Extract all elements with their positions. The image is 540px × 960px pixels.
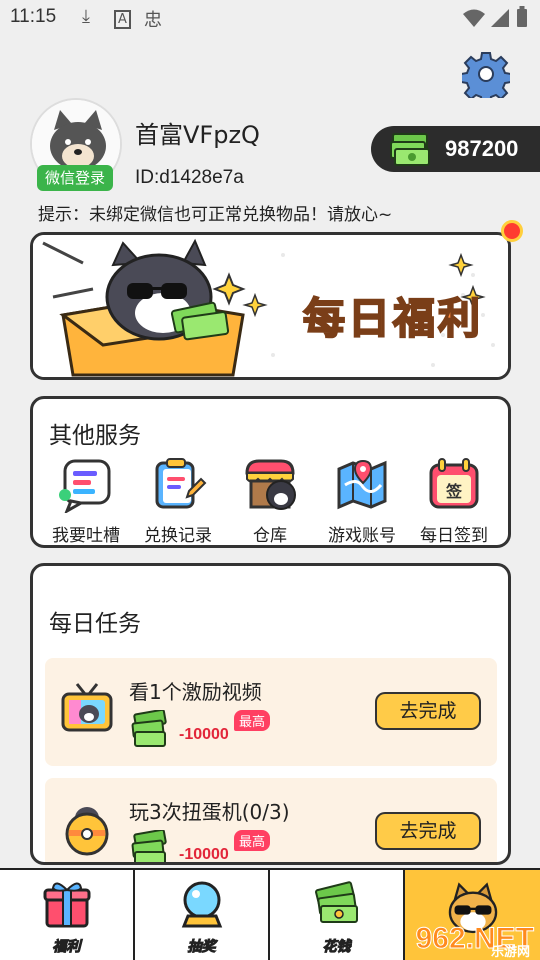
battery-icon <box>517 6 527 27</box>
task-reward: -10000 <box>179 846 229 863</box>
tab-label: 花钱 <box>322 939 351 956</box>
clipboard-icon <box>155 458 207 509</box>
bottom-tab-bar: 福利 抽奖 花钱 962.NET 乐游网 <box>0 868 540 960</box>
tab-label: 福利 <box>52 939 81 956</box>
tab-profile[interactable]: 962.NET 乐游网 <box>405 870 540 960</box>
wifi-icon <box>463 9 485 27</box>
service-label: 兑换记录 <box>144 526 212 546</box>
wechat-login-badge[interactable]: 微信登录 <box>37 165 113 191</box>
font-icon: A <box>114 10 131 29</box>
coin-balance[interactable]: 987200 <box>371 126 540 172</box>
banner-notification-dot <box>501 220 523 242</box>
task-reward: -10000 <box>179 726 229 743</box>
crystal-ball-icon <box>181 881 222 928</box>
download-icon: ⤓ <box>82 6 90 27</box>
service-game-account[interactable]: 游戏账号 <box>319 455 405 546</box>
watermark-sub: 乐游网 <box>490 945 530 960</box>
cash-stack-icon <box>390 133 430 166</box>
service-redeem-history[interactable]: 兑换记录 <box>135 455 221 546</box>
tv-icon <box>61 683 113 732</box>
daily-tasks-card: 每日任务 看1个激励视频 -10000 最高 去完成 玩3次扭蛋机(0/3) -… <box>30 563 511 865</box>
wechat-notice: 提示：未绑定微信也可正常兑换物品！请放心~ <box>38 205 393 225</box>
max-badge: 最高 <box>234 710 271 731</box>
service-label: 每日签到 <box>420 526 488 546</box>
task-name: 看1个激励视频 <box>129 680 262 704</box>
tab-welfare[interactable]: 福利 <box>0 870 135 960</box>
coin-value: 987200 <box>445 136 519 161</box>
cash-icon <box>131 830 167 862</box>
tab-label: 抽奖 <box>187 939 216 956</box>
status-bar: 11:15 ⤓ A 忠 <box>0 0 540 36</box>
gear-icon[interactable] <box>462 50 510 98</box>
status-time: 11:15 <box>10 6 57 27</box>
daily-welfare-banner[interactable]: 每日福利 <box>30 232 511 380</box>
service-label: 仓库 <box>253 526 287 546</box>
service-warehouse[interactable]: 仓库 <box>227 455 313 546</box>
task-item: 看1个激励视频 -10000 最高 去完成 <box>45 658 497 766</box>
signal-icon <box>491 9 509 27</box>
svg-text:签: 签 <box>445 482 463 501</box>
task-name: 玩3次扭蛋机(0/3) <box>129 800 290 824</box>
user-nickname: 首富VFpzQ <box>135 121 260 149</box>
feedback-icon <box>59 459 111 515</box>
complete-task-button[interactable]: 去完成 <box>375 692 481 730</box>
services-title: 其他服务 <box>49 423 141 449</box>
cash-icon <box>131 710 167 747</box>
max-badge: 最高 <box>234 830 271 851</box>
tab-spend[interactable]: 花钱 <box>270 870 405 960</box>
capsule-machine-icon <box>65 807 109 856</box>
store-icon <box>245 459 296 510</box>
service-feedback[interactable]: 我要吐槽 <box>43 455 129 546</box>
calendar-icon: 签 <box>429 458 479 509</box>
service-daily-checkin[interactable]: 签 每日签到 <box>411 455 497 546</box>
service-label: 我要吐槽 <box>52 526 120 546</box>
tab-lottery[interactable]: 抽奖 <box>135 870 270 960</box>
tasks-title: 每日任务 <box>49 611 141 637</box>
gift-icon <box>43 882 90 928</box>
task-item: 玩3次扭蛋机(0/3) -10000 最高 去完成 <box>45 778 497 863</box>
other-services-card: 其他服务 我要吐槽 兑换记录 仓库 游戏账号 签 每日签到 <box>30 396 511 548</box>
user-id: ID:d1428e7a <box>135 167 244 188</box>
app-icon: 忠 <box>144 10 162 31</box>
service-label: 游戏账号 <box>328 526 396 546</box>
banner-title: 每日福利 <box>302 293 484 344</box>
cash-icon <box>314 881 358 923</box>
map-icon <box>337 459 387 510</box>
complete-task-button[interactable]: 去完成 <box>375 812 481 850</box>
